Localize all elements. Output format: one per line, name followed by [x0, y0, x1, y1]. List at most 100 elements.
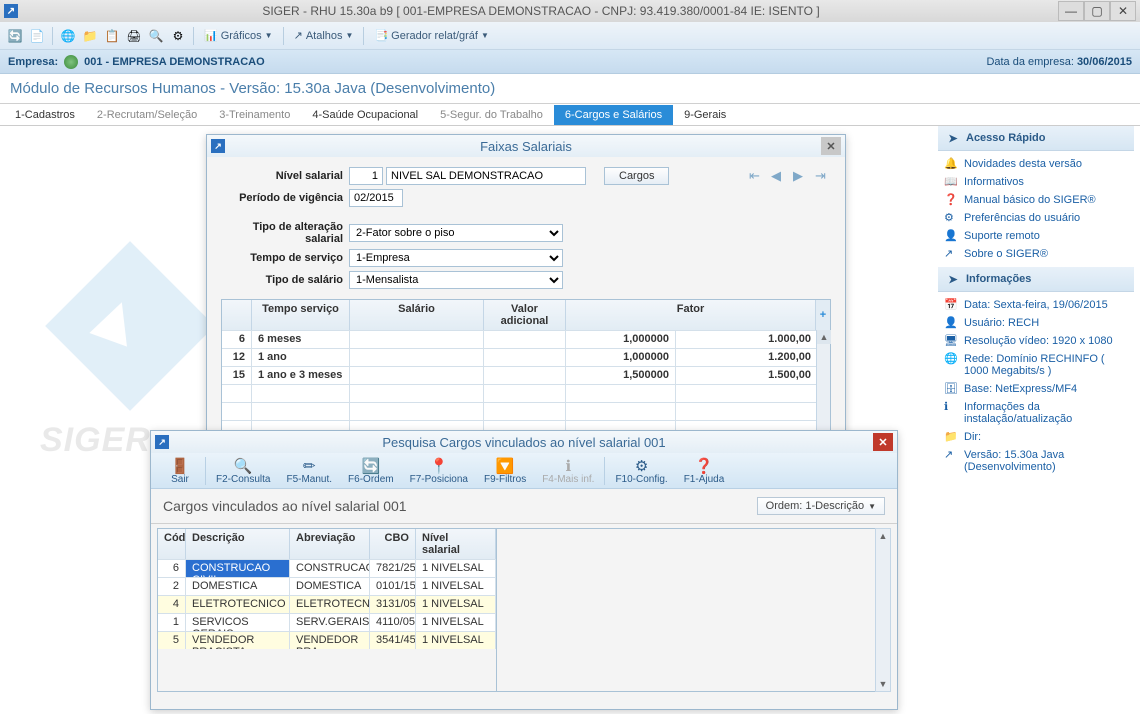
caret-down-icon: ▼ [265, 31, 273, 40]
select-tempo-serv[interactable]: 1-Empresa [349, 249, 563, 267]
select-tipo-alt[interactable]: 2-Fator sobre o piso [349, 224, 563, 242]
tab-saude[interactable]: 4-Saúde Ocupacional [301, 105, 429, 125]
table-row[interactable]: 4ELETROTECNICOELETROTECNIC3131/051 NIVEL… [158, 595, 496, 613]
toolbar-btn-4[interactable]: 📁 [81, 27, 99, 45]
info-item[interactable]: 👤Usuário: RECH [938, 314, 1134, 332]
table-row[interactable]: 6CONSTRUCAO CIVILCONSTRUCAO7821/251 NIVE… [158, 559, 496, 577]
toolbar-btn-3[interactable]: 🌐 [59, 27, 77, 45]
quick-access-title: Acesso Rápido [966, 132, 1045, 144]
toolbar-btn-5[interactable]: 📋 [103, 27, 121, 45]
item-icon: ℹ [944, 400, 958, 414]
button-cargos[interactable]: Cargos [604, 167, 669, 185]
quick-access-item[interactable]: 👤Suporte remoto [938, 227, 1134, 245]
info-item[interactable]: 📁Dir: [938, 428, 1134, 446]
col-nivel: Nível salarial [416, 529, 496, 559]
quick-access-item[interactable]: ❓Manual básico do SIGER® [938, 191, 1134, 209]
toolbar-separator [283, 27, 284, 45]
info-title: Informações [966, 273, 1031, 285]
toolbar2-icon: ⚙ [635, 457, 648, 474]
nav-next-icon[interactable]: ▶ [793, 168, 809, 184]
tab-treinamento[interactable]: 3-Treinamento [208, 105, 301, 125]
input-periodo[interactable] [349, 189, 403, 207]
toolbar2-btn-1[interactable]: 🔍F2-Consulta [208, 455, 278, 487]
info-list: 📅Data: Sexta-feira, 19/06/2015👤Usuário: … [938, 292, 1134, 480]
scroll-up-icon[interactable]: ▲ [817, 330, 831, 344]
col-cbo: CBO [370, 529, 416, 559]
dialog2-titlebar: ↗ Pesquisa Cargos vinculados ao nível sa… [151, 431, 897, 453]
info-item[interactable]: 🖥Resolução vídeo: 1920 x 1080 [938, 332, 1134, 350]
toolbar2-btn-3[interactable]: 🔄F6-Ordem [340, 455, 402, 487]
graficos-dropdown[interactable]: 📊 Gráficos ▼ [200, 29, 277, 42]
atalhos-dropdown[interactable]: ↗ Atalhos ▼ [290, 29, 358, 42]
toolbar-btn-6[interactable]: 🖨 [125, 27, 143, 45]
close-button[interactable]: ✕ [1110, 1, 1136, 21]
toolbar2-btn-7[interactable]: ⚙F10-Config. [607, 455, 675, 487]
dialog2-subtitle: Cargos vinculados ao nível salarial 001 [163, 498, 407, 514]
dialog-title: Faixas Salariais [231, 139, 821, 154]
info-item[interactable]: ↗Versão: 15.30a Java (Desenvolvimento) [938, 446, 1134, 476]
quick-access-item[interactable]: ↗Sobre o SIGER® [938, 245, 1134, 263]
toolbar-btn-2[interactable]: 📄 [28, 27, 46, 45]
quick-access-item[interactable]: ⚙Preferências do usuário [938, 209, 1134, 227]
info-item[interactable]: 🗄Base: NetExpress/MF4 [938, 380, 1134, 398]
tab-segur[interactable]: 5-Segur. do Trabalho [429, 105, 554, 125]
grid2-scrollbar[interactable]: ▲ ▼ [875, 528, 891, 692]
table-row[interactable]: 5VENDEDOR PRACISTAVENDEDOR PRA3541/451 N… [158, 631, 496, 649]
nav-prev-icon[interactable]: ◀ [771, 168, 787, 184]
table-row[interactable]: 66 meses1,0000001.000,00 [222, 330, 830, 348]
input-nivel-cod[interactable] [349, 167, 383, 185]
toolbar2-btn-8[interactable]: ❓F1-Ajuda [676, 455, 733, 487]
toolbar-btn-8[interactable]: ⚙ [169, 27, 187, 45]
table-row[interactable]: 1SERVICOS GERAISSERV.GERAIS4110/051 NIVE… [158, 613, 496, 631]
table-row[interactable]: 151 ano e 3 meses1,5000001.500,00 [222, 366, 830, 384]
info-item[interactable]: 🌐Rede: Domínio RECHINFO ( 1000 Megabits/… [938, 350, 1134, 380]
shortcut-icon: ↗ [294, 29, 303, 42]
toolbar2-icon: ✏ [303, 457, 316, 474]
gerador-dropdown[interactable]: 📑 Gerador relat/gráf ▼ [370, 29, 492, 42]
col-abrev: Abreviação [290, 529, 370, 559]
dialog2-title: Pesquisa Cargos vinculados ao nível sala… [175, 435, 873, 450]
input-nivel-desc[interactable] [386, 167, 586, 185]
quick-access-item[interactable]: 📖Informativos [938, 173, 1134, 191]
toolbar-btn-7[interactable]: 🔍 [147, 27, 165, 45]
nav-first-icon[interactable]: ⇤ [749, 168, 765, 184]
order-dropdown[interactable]: Ordem: 1-Descrição ▼ [757, 497, 885, 515]
dialog-close-button[interactable]: ✕ [821, 137, 841, 155]
toolbar2-btn-5[interactable]: 🔽F9-Filtros [476, 455, 534, 487]
dialog2-close-button[interactable]: ✕ [873, 433, 893, 451]
quick-access-item[interactable]: 🔔Novidades desta versão [938, 155, 1134, 173]
select-tipo-sal[interactable]: 1-Mensalista [349, 271, 563, 289]
tab-gerais[interactable]: 9-Gerais [673, 105, 737, 125]
toolbar-btn-1[interactable]: 🔄 [6, 27, 24, 45]
quick-access-list: 🔔Novidades desta versão📖Informativos❓Man… [938, 151, 1134, 267]
table-row[interactable] [222, 384, 830, 402]
table-row[interactable]: 121 ano1,0000001.200,00 [222, 348, 830, 366]
app-icon: ↗ [4, 4, 18, 18]
label-nivel: Nível salarial [221, 170, 349, 182]
scroll-down-icon[interactable]: ▼ [876, 677, 890, 691]
col-fator: Fator [566, 300, 816, 330]
globe-icon [64, 55, 78, 69]
toolbar2-btn-2[interactable]: ✏F5-Manut. [278, 455, 340, 487]
nav-last-icon[interactable]: ⇥ [815, 168, 831, 184]
tab-cargos-salarios[interactable]: 6-Cargos e Salários [554, 105, 673, 125]
table-row[interactable] [222, 402, 830, 420]
info-item[interactable]: ℹInformações da instalação/atualização [938, 398, 1134, 428]
toolbar2-icon: 🔄 [361, 457, 380, 474]
minimize-button[interactable]: — [1058, 1, 1084, 21]
toolbar2-btn-0[interactable]: 🚪Sair [157, 455, 203, 487]
toolbar2-btn-4[interactable]: 📍F7-Posiciona [402, 455, 476, 487]
caret-down-icon: ▼ [868, 502, 876, 511]
table-row[interactable]: 2DOMESTICADOMESTICA0101/151 NIVELSAL [158, 577, 496, 595]
info-item[interactable]: 📅Data: Sexta-feira, 19/06/2015 [938, 296, 1134, 314]
scroll-up-icon[interactable]: ▲ [876, 529, 890, 543]
tab-cadastros[interactable]: 1-Cadastros [4, 105, 86, 125]
dialog-titlebar: ↗ Faixas Salariais ✕ [207, 135, 845, 157]
logo-text: SIGER [40, 421, 151, 460]
toolbar2-icon: 🔽 [496, 457, 515, 474]
chart-icon: 📊 [204, 29, 218, 42]
tab-recrutam[interactable]: 2-Recrutam/Seleção [86, 105, 208, 125]
col-cod: Cód [158, 529, 186, 559]
maximize-button[interactable]: ▢ [1084, 1, 1110, 21]
add-row-button[interactable]: + [816, 300, 830, 330]
